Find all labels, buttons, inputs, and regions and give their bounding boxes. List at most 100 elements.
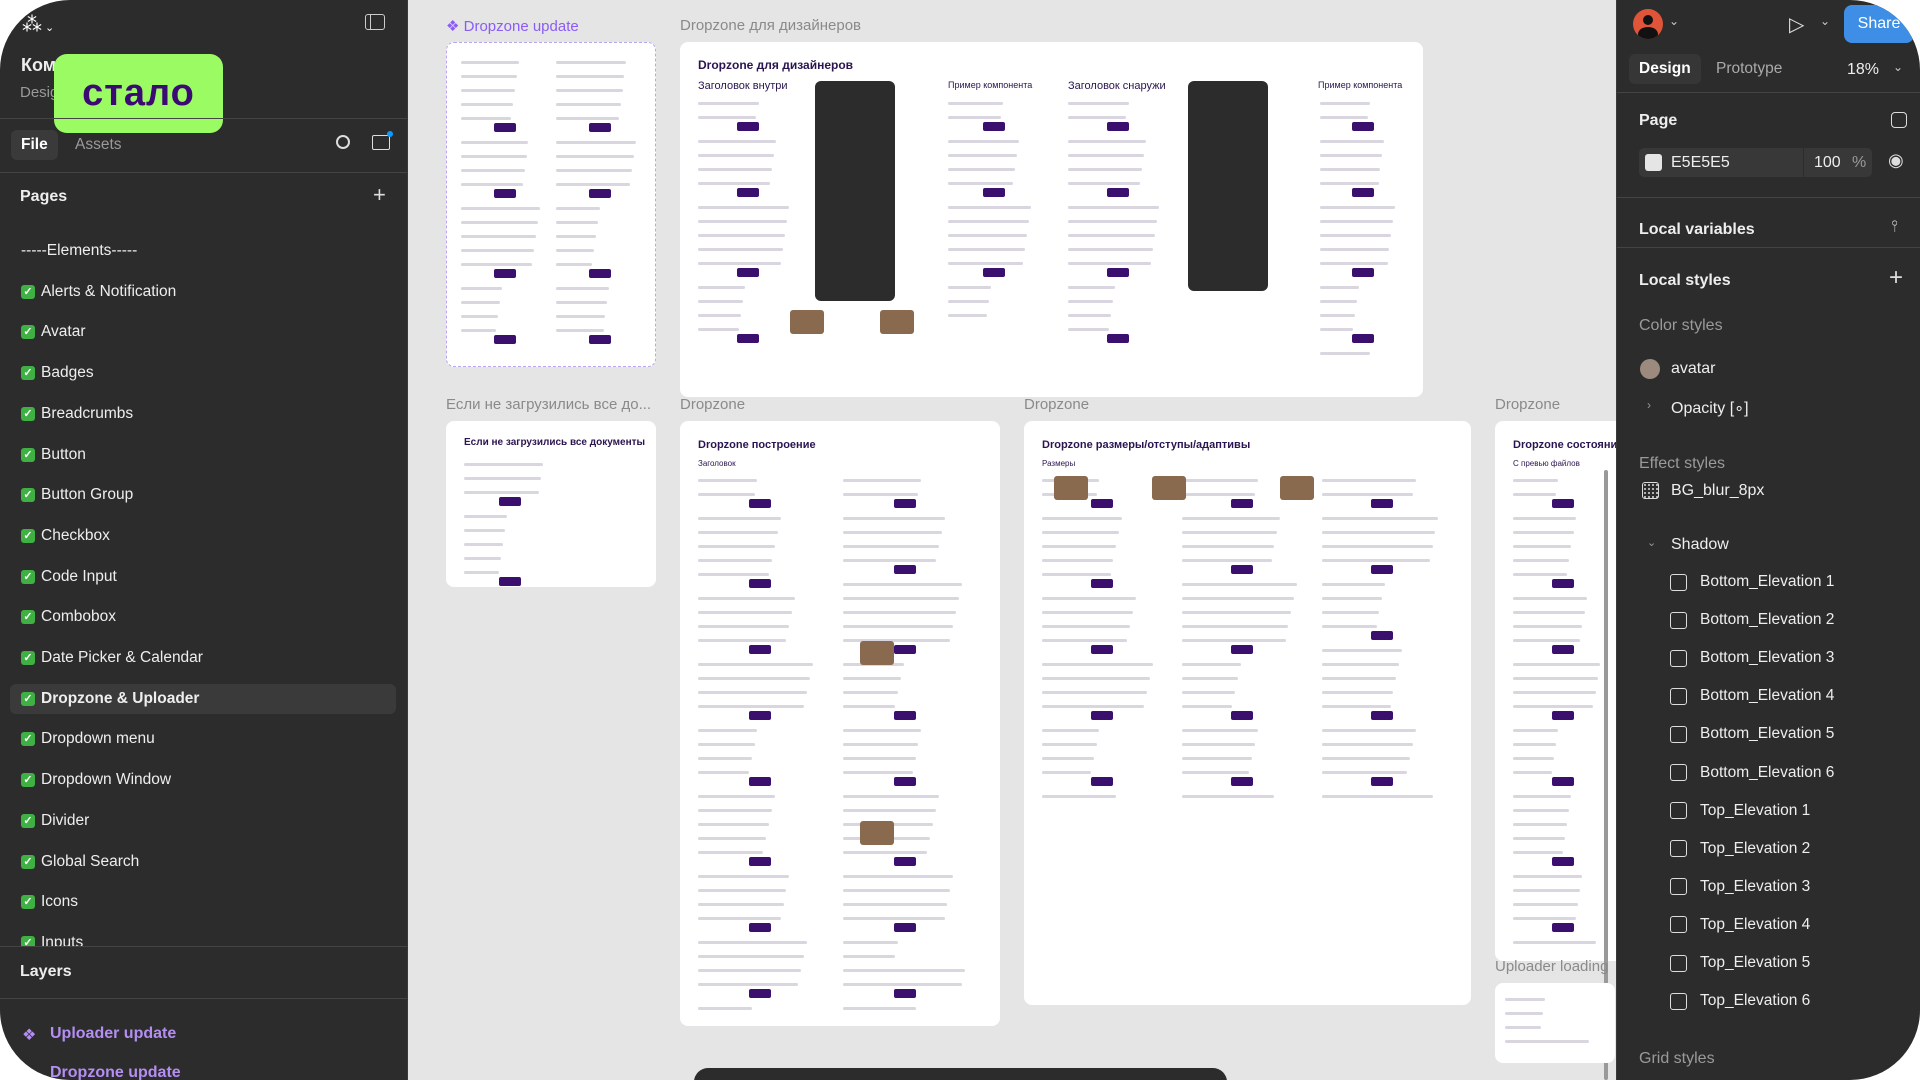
page-opacity[interactable]: 100 <box>1814 154 1841 172</box>
frame-label-build[interactable]: Dropzone <box>680 396 745 413</box>
share-button[interactable]: Share <box>1844 5 1914 43</box>
page-item[interactable]: ✓ Dropzone & Uploader <box>10 683 396 714</box>
tab-prototype[interactable]: Prototype <box>1706 54 1792 84</box>
shadow-style-item[interactable]: Bottom_Elevation 3 <box>1670 649 1834 667</box>
placeholder-text <box>1042 573 1111 576</box>
toggle-sidebar-icon[interactable] <box>365 14 385 30</box>
image-preview <box>860 641 894 665</box>
shadow-style-item[interactable]: Top_Elevation 5 <box>1670 954 1810 972</box>
page-item[interactable]: ✓ Combobox <box>10 602 396 632</box>
layer-uploader-update[interactable]: Uploader update <box>50 1025 176 1043</box>
effect-style-blur[interactable]: BG_blur_8px <box>1671 482 1764 500</box>
page-item[interactable]: ✓ Avatar <box>10 317 396 347</box>
frame-label-sizes[interactable]: Dropzone <box>1024 396 1089 413</box>
page-item[interactable]: ✓ Dropdown Window <box>10 765 396 795</box>
placeholder-text <box>464 557 501 560</box>
placeholder-text <box>698 969 801 972</box>
library-icon[interactable] <box>372 131 393 150</box>
chevron-right-icon[interactable]: › <box>1647 398 1651 412</box>
page-item[interactable]: ✓ Global Search <box>10 847 396 877</box>
shadow-style-item[interactable]: Top_Elevation 2 <box>1670 840 1810 858</box>
placeholder-text <box>461 75 518 78</box>
image-preview <box>1280 476 1314 500</box>
shadow-style-item[interactable]: Top_Elevation 3 <box>1670 878 1810 896</box>
color-swatch[interactable] <box>1645 154 1662 171</box>
shadow-style-item[interactable]: Top_Elevation 6 <box>1670 992 1810 1010</box>
grid-styles-header: Grid styles <box>1639 1050 1715 1067</box>
placeholder-text <box>1513 757 1554 760</box>
zoom-level[interactable]: 18% <box>1847 61 1879 79</box>
tab-file[interactable]: File <box>11 130 58 160</box>
section-title: Заголовок <box>698 459 736 468</box>
chevron-down-icon[interactable]: ⌄ <box>1669 14 1679 28</box>
placeholder-text <box>1182 639 1286 642</box>
shadow-style-item[interactable]: Bottom_Elevation 6 <box>1670 764 1834 782</box>
effect-group-shadow[interactable]: Shadow <box>1671 536 1729 554</box>
styles-icon[interactable] <box>1891 112 1907 128</box>
variables-icon[interactable]: ⫯ <box>1891 218 1898 236</box>
page-item[interactable]: ✓ Code Input <box>10 562 396 592</box>
shadow-style-item[interactable]: Bottom_Elevation 1 <box>1670 573 1834 591</box>
placeholder-text <box>556 235 596 238</box>
page-item[interactable]: ✓ Button Group <box>10 480 396 510</box>
file-title[interactable]: Ком <box>21 55 56 76</box>
frame-label-not-loaded[interactable]: Если не загрузились все до... <box>446 396 651 413</box>
page-item[interactable]: ✓ Divider <box>10 806 396 836</box>
page-item[interactable]: ✓ Date Picker & Calendar <box>10 643 396 673</box>
color-style-avatar[interactable]: avatar <box>1671 360 1715 378</box>
frame-build[interactable]: Dropzone построение Заголовок <box>680 421 1000 1026</box>
shadow-style-item[interactable]: Top_Elevation 4 <box>1670 916 1810 934</box>
tab-assets[interactable]: Assets <box>65 130 132 160</box>
frame-uploader-loading[interactable] <box>1495 983 1615 1063</box>
user-avatar[interactable] <box>1633 9 1663 39</box>
add-page-icon[interactable]: + <box>373 182 386 208</box>
page-color-field[interactable]: E5E5E5 100 % <box>1639 148 1872 177</box>
shadow-style-item[interactable]: Bottom_Elevation 2 <box>1670 611 1834 629</box>
page-item[interactable]: ✓ Checkbox <box>10 521 396 551</box>
shadow-style-item[interactable]: Bottom_Elevation 5 <box>1670 725 1834 743</box>
chevron-down-icon[interactable]: ⌄ <box>1647 536 1656 549</box>
frame-states[interactable]: Dropzone состояния С превью файлов <box>1495 421 1635 961</box>
frame-not-loaded[interactable]: Если не загрузились все документы <box>446 421 656 587</box>
placeholder-text <box>698 795 775 798</box>
select-button-preview <box>1371 565 1393 574</box>
canvas[interactable]: ❖ Dropzone update Dropzone для дизайнеро… <box>408 0 1635 1080</box>
eye-icon[interactable]: ◉ <box>1888 150 1904 171</box>
frame-label-designers[interactable]: Dropzone для дизайнеров <box>680 17 861 34</box>
page-item[interactable]: ✓ Button <box>10 440 396 470</box>
placeholder-text <box>1513 573 1567 576</box>
select-button-preview <box>1231 711 1253 720</box>
figma-menu-icon[interactable]: ⁂ ⌄ <box>22 12 54 37</box>
chevron-down-icon[interactable]: ⌄ <box>1820 14 1830 28</box>
frame-dropzone-update[interactable] <box>446 42 656 367</box>
shadow-style-label: Top_Elevation 3 <box>1700 877 1811 895</box>
add-style-icon[interactable]: + <box>1889 264 1903 292</box>
placeholder-text <box>843 941 899 944</box>
frame-designers[interactable]: Dropzone для дизайнеров Заголовок внутри… <box>680 42 1423 397</box>
chevron-down-icon[interactable]: ⌄ <box>1893 60 1903 74</box>
effect-styles-header: Effect styles <box>1639 455 1725 472</box>
play-icon[interactable]: ▷ <box>1789 12 1804 37</box>
section-title: С превью файлов <box>1513 459 1580 468</box>
shadow-style-item[interactable]: Bottom_Elevation 4 <box>1670 687 1834 705</box>
checkmark-icon: ✓ <box>21 284 35 299</box>
placeholder-text <box>461 207 540 210</box>
color-style-group-opacity[interactable]: Opacity [∘] <box>1671 398 1749 418</box>
page-item[interactable]: ✓ Alerts & Notification <box>10 277 396 307</box>
layer-dropzone-update[interactable]: Dropzone update <box>50 1064 181 1080</box>
page-item[interactable]: -----Elements----- <box>10 236 396 266</box>
tab-design[interactable]: Design <box>1629 54 1701 84</box>
page-item[interactable]: ✓ Icons <box>10 887 396 917</box>
local-variables[interactable]: Local variables <box>1639 221 1755 239</box>
page-item[interactable]: ✓ Dropdown menu <box>10 724 396 754</box>
frame-label-uploader[interactable]: Uploader loading <box>1495 958 1608 975</box>
bottom-toolbar[interactable] <box>694 1068 1227 1080</box>
frame-sizes[interactable]: Dropzone размеры/отступы/адаптивы Размер… <box>1024 421 1471 1005</box>
frame-label-states[interactable]: Dropzone <box>1495 396 1560 413</box>
page-item[interactable]: ✓ Badges <box>10 358 396 388</box>
frame-label-dropzone-update[interactable]: ❖ Dropzone update <box>446 17 579 35</box>
search-icon[interactable] <box>336 135 350 149</box>
page-item[interactable]: ✓ Breadcrumbs <box>10 399 396 429</box>
shadow-style-item[interactable]: Top_Elevation 1 <box>1670 802 1810 820</box>
page-color-hex[interactable]: E5E5E5 <box>1671 154 1730 172</box>
